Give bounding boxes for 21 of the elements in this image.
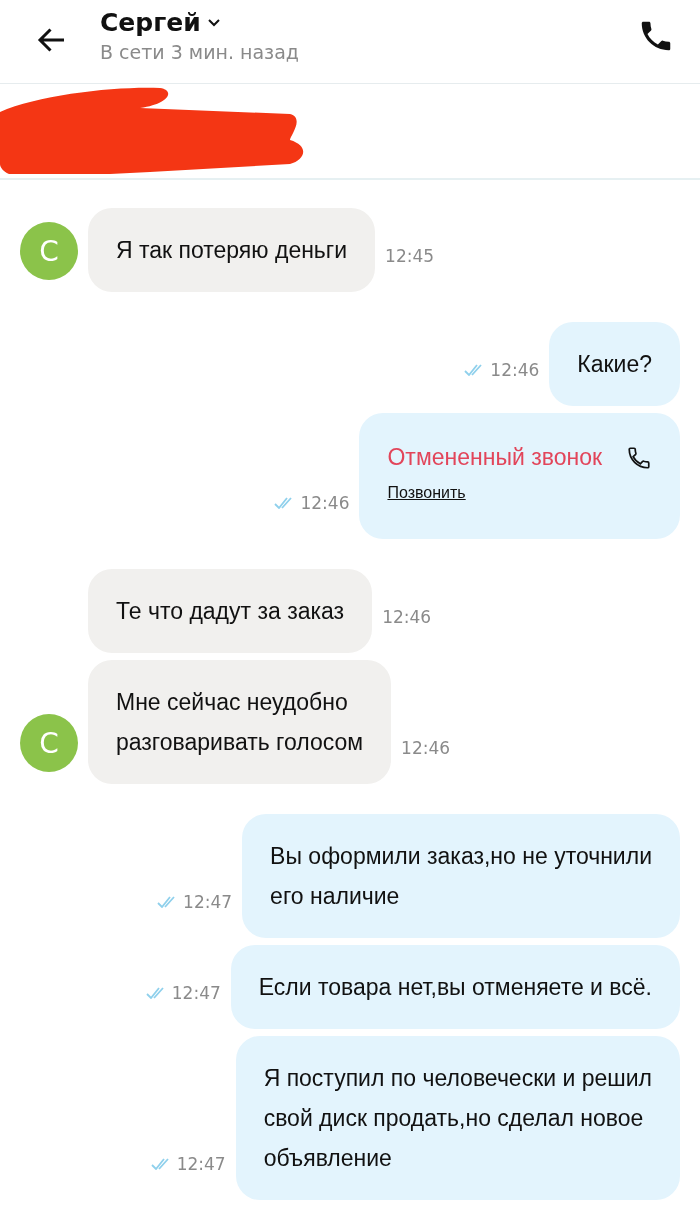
message-bubble: Вы оформили заказ,но не уточнили его наличие: [242, 814, 680, 938]
message-bubble: Мне сейчас неудобно разговаривать голосом: [88, 660, 392, 784]
online-status: В сети 3 мин. назад: [100, 41, 300, 63]
message-time: 12:46: [401, 738, 451, 758]
message-time: 12:46: [300, 493, 350, 513]
message-bubble: Какие?: [549, 322, 680, 406]
message-time: 12:47: [183, 892, 233, 912]
message-time: 12:45: [385, 246, 435, 266]
message-time: 12:47: [171, 983, 221, 1003]
call-back-link[interactable]: Позвонить: [387, 473, 466, 513]
message-time: 12:46: [490, 360, 540, 380]
contact-name[interactable]: Сергей: [100, 8, 201, 37]
message-time: 12:46: [382, 607, 432, 627]
message-time: 12:47: [176, 1154, 226, 1174]
chevron-icon[interactable]: [206, 17, 221, 28]
phone-icon: [626, 445, 652, 471]
message-bubble: Я так потеряю деньги: [88, 208, 376, 292]
message-bubble: Если товара нет,вы отменяете и всё.: [230, 945, 680, 1029]
message-bubble: Те что дадут за заказ: [88, 569, 373, 653]
call-status: Отмененный звонок: [387, 443, 602, 472]
message-bubble: Я поступил по человечески и решил свой диск продать,но сделал новое объявление: [235, 1036, 680, 1200]
